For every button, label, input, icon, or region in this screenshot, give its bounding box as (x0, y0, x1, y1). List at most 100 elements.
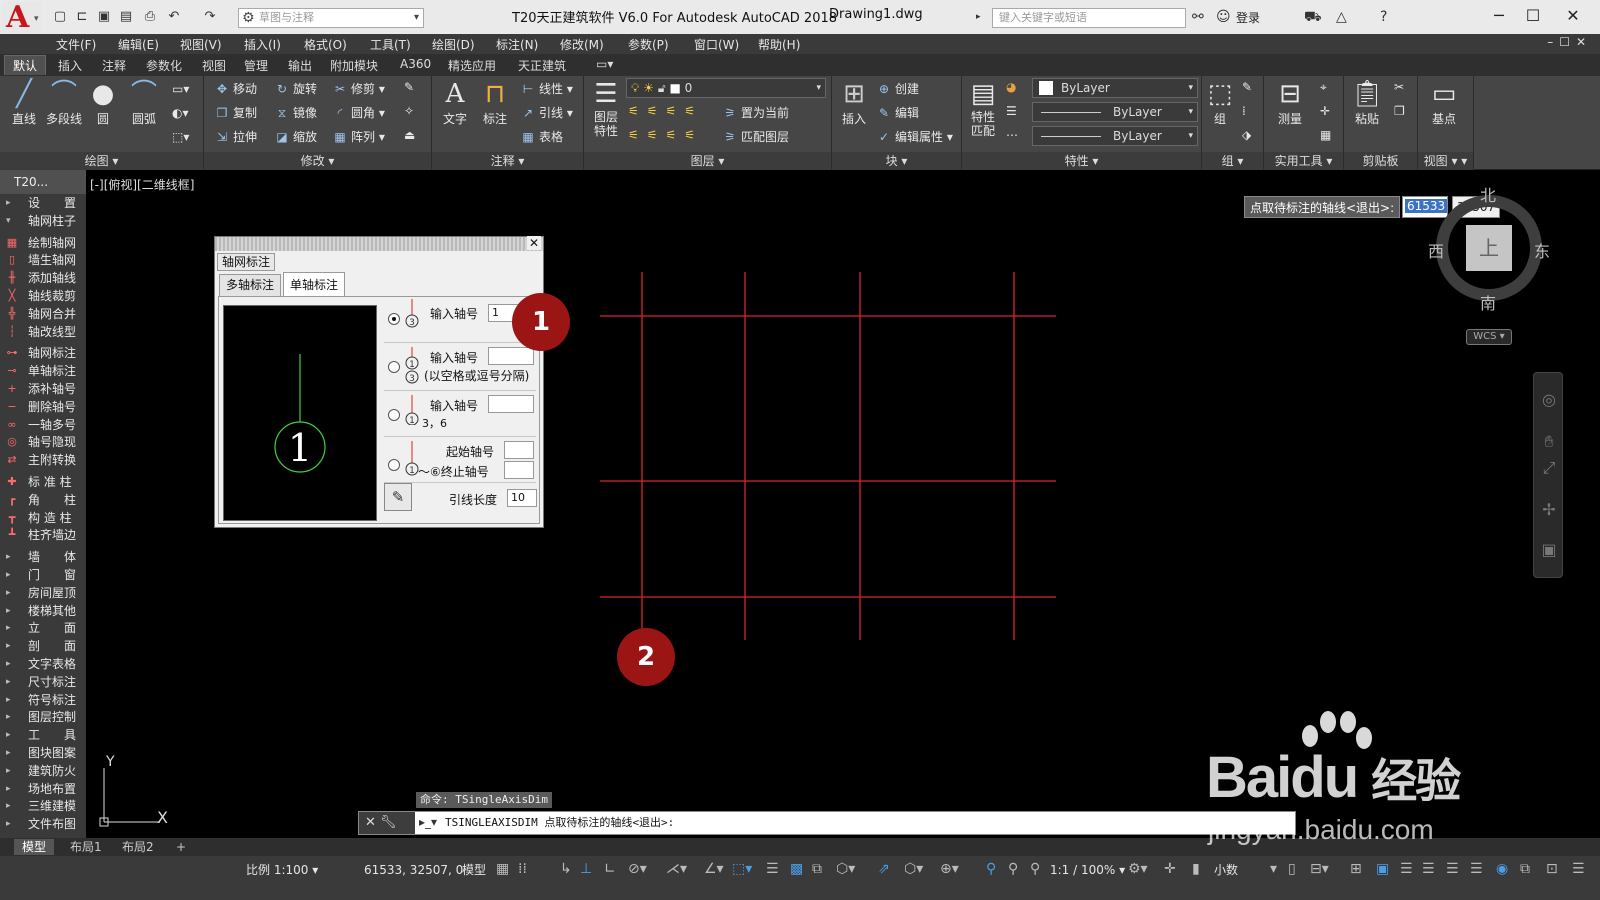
chevron-down-icon[interactable]: ▾ (1270, 861, 1277, 877)
palette-item[interactable]: ┳ 构 造 柱 (0, 509, 86, 527)
array-tool[interactable]: ▦ 阵列 ▾ (332, 128, 385, 145)
stretch-tool[interactable]: ⇲ 拉伸 (214, 128, 257, 145)
menu-file[interactable]: 文件(F) (56, 36, 96, 53)
create-block-tool[interactable]: ⊕ 创建 (876, 80, 919, 97)
menu-edit[interactable]: 编辑(E) (118, 36, 159, 53)
dynamic-ucs-icon[interactable]: ⇗ (878, 861, 890, 877)
ribbon-tab-addins[interactable]: 附加模块 (330, 57, 378, 74)
expand-arrow-icon[interactable]: ▸ (976, 8, 981, 26)
dynamic-input-icon[interactable]: ⊥ (580, 861, 592, 877)
add-layout-button[interactable]: + (168, 839, 194, 855)
panel-properties-title[interactable]: 特性 ▾ (962, 152, 1201, 170)
model-space-toggle[interactable]: 模型 (462, 862, 486, 878)
palette-item[interactable]: ▸ 尺寸标注 (0, 673, 86, 691)
wcs-menu[interactable]: WCS ▾ (1466, 329, 1512, 345)
ribbon-tab-a360[interactable]: A360 (400, 57, 431, 71)
close-button[interactable]: ✕ (1556, 4, 1590, 28)
offset-icon[interactable]: ⏏ (404, 128, 415, 142)
palette-item[interactable]: ◎ 轴号隐现 (0, 433, 86, 451)
ribbon-tab-tangent[interactable]: 天正建筑 (518, 57, 566, 74)
ribbon-tab-parametric[interactable]: 参数化 (146, 57, 182, 74)
edit-attributes-tool[interactable]: ✓ 编辑属性 ▾ (876, 128, 953, 145)
calculator-icon[interactable]: ▦ (1320, 128, 1331, 142)
panel-clipboard-title[interactable]: 剪贴板 (1344, 152, 1417, 170)
status-circle-icon[interactable]: ◉ (1496, 861, 1508, 877)
clean-screen-icon[interactable]: ☰ (1400, 861, 1413, 877)
palette-item[interactable]: ┆ 轴改线型 (0, 323, 86, 341)
line-tool[interactable]: ╱ 直线 (6, 78, 42, 127)
mirror-tool[interactable]: ⧖ 镜像 (274, 104, 317, 121)
group-tool[interactable]: ⬚ 组 (1204, 78, 1236, 127)
viewport-controls-label[interactable]: [-][俯视][二维线框] (90, 176, 194, 193)
grid-icon[interactable]: ▦ (496, 861, 509, 877)
dialog-drag-handle[interactable]: ✕ (215, 236, 543, 251)
compass-south[interactable]: 南 (1480, 290, 1496, 314)
auto-scale-icon[interactable]: ⚲ (1008, 861, 1018, 877)
annotation-visibility-icon[interactable]: ⚲ (986, 861, 996, 877)
palette-item[interactable]: ┻ 柱齐墙边 (0, 526, 86, 544)
cart-icon[interactable]: ⛟ (1304, 8, 1322, 26)
scale-tool[interactable]: ◪ 缩放 (274, 128, 317, 145)
panel-layers-title[interactable]: 图层 ▾ (584, 152, 831, 170)
copy-clip-icon[interactable]: ❐ (1394, 104, 1405, 118)
palette-item[interactable]: ⊸ 单轴标注 (0, 362, 86, 380)
tab-single-axis[interactable]: 单轴标注 (283, 272, 346, 296)
osnap-icon[interactable]: ⬚▾ (732, 861, 752, 877)
help-search-input[interactable]: 键入关键字或短语 (992, 8, 1186, 28)
palette-item[interactable]: ▸ 设 置 (0, 194, 86, 212)
region-icon[interactable]: ⬚▾ (172, 130, 189, 144)
hatch-icon[interactable]: ◐▾ (172, 106, 189, 120)
leader-length-input[interactable]: 10 (507, 489, 537, 507)
palette-item[interactable]: ▸ 文字表格 (0, 655, 86, 673)
palette-item[interactable]: ▸ 楼梯其他 (0, 602, 86, 620)
match-layer-tool[interactable]: ⚞ 匹配图层 (722, 128, 789, 145)
hardware-accel-icon[interactable]: ▣ (1376, 861, 1389, 877)
maximize-viewport-icon[interactable]: ⧉ (1520, 861, 1530, 877)
palette-item[interactable]: ▸ 墙 体 (0, 548, 86, 566)
arc-tool[interactable]: ⌒ 圆弧 (126, 78, 162, 127)
palette-item[interactable]: ▸ 三维建模 (0, 797, 86, 815)
leader-tool[interactable]: ↗ 引线 ▾ (520, 104, 573, 121)
menu-draw[interactable]: 绘图(D) (432, 36, 475, 53)
osnap-track-icon[interactable]: ∠▾ (704, 861, 724, 877)
palette-item[interactable]: ▸ 工 具 (0, 726, 86, 744)
scale-select[interactable]: 比例 1:100 ▾ (246, 862, 318, 878)
ribbon-tab-view[interactable]: 视图 (202, 57, 226, 74)
menu-tools[interactable]: 工具(T) (370, 36, 411, 53)
panel-annotate-title[interactable]: 注释 ▾ (432, 152, 583, 170)
layer-properties-tool[interactable]: ☰ 图层特性 (588, 78, 624, 138)
dialog-close-button[interactable]: ✕ (527, 236, 541, 250)
palette-item[interactable]: ▸ 图块图案 (0, 744, 86, 762)
selection-cycling-icon[interactable]: ⧉ (812, 861, 822, 877)
ribbon-tab-insert[interactable]: 插入 (58, 57, 82, 74)
status-menu-icon[interactable]: ☰ (1572, 861, 1585, 877)
ribbon-tab-output[interactable]: 输出 (288, 57, 312, 74)
match-properties-tool[interactable]: ▤ 特性匹配 (966, 78, 1000, 138)
menu-view[interactable]: 视图(V) (180, 36, 222, 53)
lock-ui-icon[interactable]: ⊟▾ (1310, 861, 1329, 877)
fillet-tool[interactable]: ◜ 圆角 ▾ (332, 104, 385, 121)
explode-icon[interactable]: ✧ (404, 104, 414, 118)
move-tool[interactable]: ✥ 移动 (214, 80, 257, 97)
transparency-icon[interactable]: ▩ (790, 861, 803, 877)
selection-filter-icon[interactable]: ⬡▾ (904, 861, 923, 877)
annotation-scale-icon[interactable]: ⚲ (1030, 861, 1040, 877)
command-prompt-icon[interactable]: ▸_▾ (419, 815, 437, 829)
3d-osnap-icon[interactable]: ⬡▾ (836, 861, 855, 877)
color-wheel-icon[interactable]: ◕ (1006, 80, 1016, 94)
linetype-select[interactable]: ByLayer ▾ (1032, 102, 1198, 122)
palette-item[interactable]: ▸ 门 窗 (0, 566, 86, 584)
palette-item[interactable]: − 删除轴号 (0, 398, 86, 416)
fullscreen-icon[interactable]: ⊡ (1546, 861, 1558, 877)
palette-item[interactable]: ⇄ 主附转换 (0, 451, 86, 469)
palette-item[interactable]: ⊶ 轴网标注 (0, 344, 86, 362)
paste-tool[interactable]: 📋︎ 粘贴 (1350, 78, 1384, 127)
palette-header[interactable]: T20... (0, 170, 86, 194)
compass-west[interactable]: 西 (1428, 238, 1444, 262)
edit-block-tool[interactable]: ✎ 编辑 (876, 104, 919, 121)
menu-window[interactable]: 窗口(W) (694, 36, 739, 53)
customize-icon[interactable]: ☰ (1422, 861, 1435, 877)
snap-icon[interactable]: ⁞⁞ (518, 861, 527, 877)
lineweight-status-icon[interactable]: ☰ (766, 861, 779, 877)
palette-item[interactable]: ▸ 文件布图 (0, 815, 86, 833)
